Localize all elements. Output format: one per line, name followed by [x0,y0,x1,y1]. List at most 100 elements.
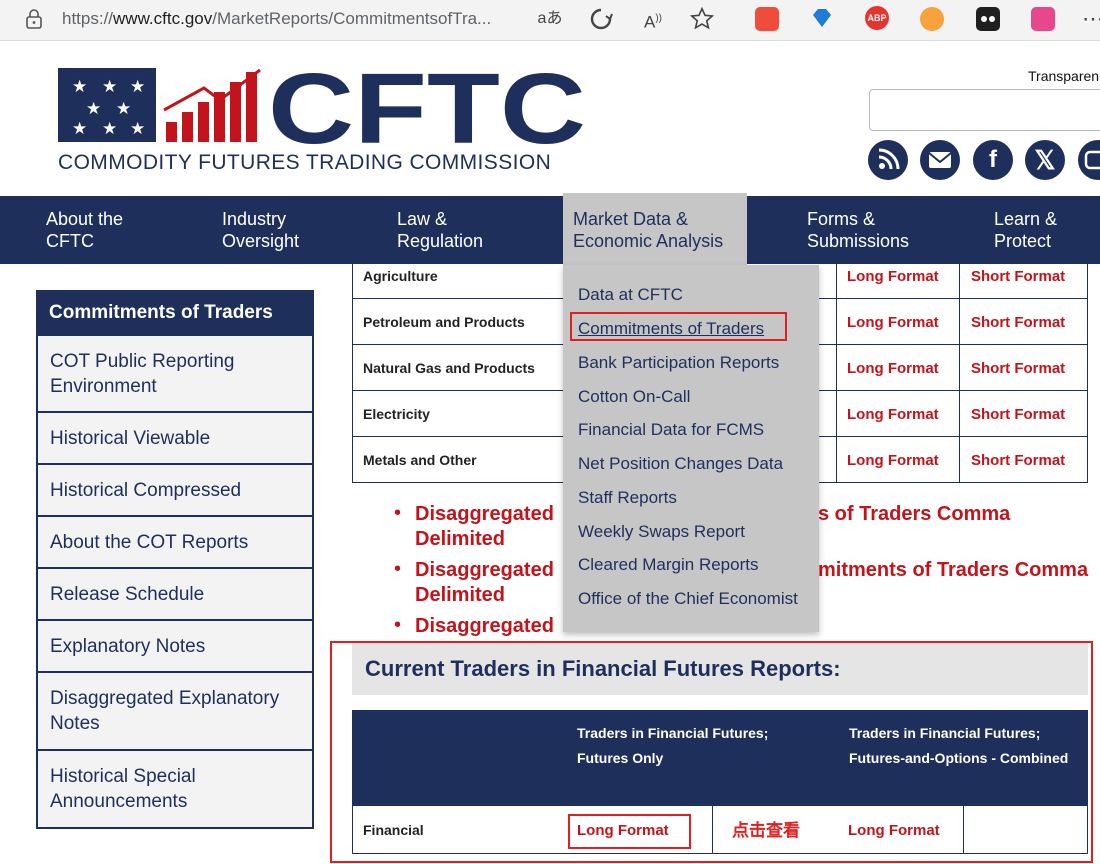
menu-item-bank-participation[interactable]: Bank Participation Reports [578,353,779,373]
sidebar-item-explanatory-notes[interactable]: Explanatory Notes [36,621,314,673]
electricity-long-format-link[interactable]: Long Format [847,406,939,423]
disaggregated-link-3-left[interactable]: Disaggregated [415,614,554,639]
nav-industry-line2: Oversight [222,231,300,251]
refresh-icon[interactable] [589,7,613,31]
disaggregated-link-2-right[interactable]: mitments of Traders Comma [818,558,1088,583]
nav-about[interactable]: About the CFTC [46,208,123,252]
petroleum-long-format-link[interactable]: Long Format [847,314,939,331]
nav-forms-line1: Forms & [807,209,876,229]
row-label-petroleum: Petroleum and Products [363,314,525,330]
electricity-short-format-link[interactable]: Short Format [971,406,1065,423]
table-row [352,806,1088,854]
extension-translate-icon[interactable] [1031,7,1055,31]
x-twitter-icon[interactable]: 𝕏 [1025,140,1065,180]
favorite-star-icon[interactable] [689,6,715,32]
address-bar[interactable]: https://www.cftc.gov/MarketReports/Commi… [62,9,491,29]
sidebar-item-disaggregated-notes[interactable]: Disaggregated Explanatory Notes [36,673,314,751]
disaggregated-link-1-line2[interactable]: Delimited [415,527,505,552]
sidebar: Commitments of Traders COT Public Report… [36,290,314,829]
nav-market-line2: Economic Analysis [573,231,724,251]
youtube-icon[interactable] [1078,140,1100,180]
svg-text:★: ★ [130,77,145,97]
sidebar-item-about-cot[interactable]: About the COT Reports [36,517,314,569]
extension-diamond-icon[interactable] [810,6,834,30]
menu-item-chief-economist[interactable]: Office of the Chief Economist [578,589,798,609]
reader-icon[interactable]: A)) [640,6,666,32]
agriculture-long-format-link[interactable]: Long Format [847,268,939,285]
financial-combined-long-format-link[interactable]: Long Format [848,822,940,839]
natural-gas-long-format-link[interactable]: Long Format [847,360,939,377]
row-label-electricity: Electricity [363,406,430,422]
metals-short-format-link[interactable]: Short Format [971,452,1065,469]
menu-item-cleared-margin[interactable]: Cleared Margin Reports [578,555,758,575]
menu-item-financial-data-fcms[interactable]: Financial Data for FCMS [578,420,764,440]
svg-text:★: ★ [72,77,87,97]
metals-long-format-link[interactable]: Long Format [847,452,939,469]
extension-tampermonkey-icon[interactable] [976,7,1000,31]
nav-law-line1: Law & [397,209,448,229]
read-aloud-icon[interactable]: aあ [537,6,563,32]
url-domain: www.cftc.gov [113,9,213,28]
disaggregated-link-1-right[interactable]: s of Traders Comma [818,502,1010,527]
annotation-click-to-view: 点击查看 [732,821,800,840]
nav-forms-submissions[interactable]: Forms & Submissions [807,208,909,252]
url-prefix: https:// [62,9,114,28]
extension-fox-icon[interactable] [920,7,944,31]
svg-text:★: ★ [86,99,101,119]
svg-text:★: ★ [72,119,87,139]
facebook-icon[interactable]: f [973,140,1013,180]
menu-item-staff-reports[interactable]: Staff Reports [578,488,677,508]
menu-item-cotton-on-call[interactable]: Cotton On-Call [578,387,690,407]
nav-market-line1: Market Data & [573,209,689,229]
adblock-icon[interactable]: ABP [865,6,889,30]
row-label-metals: Metals and Other [363,452,477,468]
bullet-dot: • [394,502,402,524]
nav-industry-line1: Industry [222,209,287,229]
extension-dice-icon[interactable] [755,7,779,31]
row-label-natural-gas: Natural Gas and Products [363,360,535,376]
bullet-dot: • [394,614,402,636]
sidebar-title: Commitments of Traders [36,290,314,336]
email-icon[interactable] [920,140,960,180]
natural-gas-short-format-link[interactable]: Short Format [971,360,1065,377]
petroleum-short-format-link[interactable]: Short Format [971,314,1065,331]
sidebar-item-release-schedule[interactable]: Release Schedule [36,569,314,621]
nav-law-line2: Regulation [397,231,484,251]
disaggregated-link-1-left[interactable]: Disaggregated [415,502,554,527]
nav-market-data[interactable]: Market Data & Economic Analysis [573,208,723,252]
sidebar-item-historical-special[interactable]: Historical Special Announcements [36,751,314,829]
header-futures-only: Traders in Financial Futures; Futures On… [577,725,769,766]
disaggregated-link-2-line2[interactable]: Delimited [415,583,505,608]
nav-industry-oversight[interactable]: Industry Oversight [222,208,299,252]
agriculture-short-format-link[interactable]: Short Format [971,268,1065,285]
url-path: /MarketReports/CommitmentsofTra... [212,9,492,28]
logo-wordmark: CFTC [268,64,586,148]
more-menu-icon[interactable]: ⋯ [1080,6,1100,32]
menu-item-weekly-swaps[interactable]: Weekly Swaps Report [578,522,745,542]
nav-about-line2: CFTC [46,231,94,251]
column-divider [963,806,964,854]
nav-forms-line2: Submissions [807,231,910,251]
highlight-box-commitments [570,312,787,341]
nav-learn-line1: Learn & [994,209,1058,229]
highlight-box-long-format [568,814,691,849]
sidebar-item-historical-viewable[interactable]: Historical Viewable [36,413,314,465]
nav-learn-protect[interactable]: Learn & Protect [994,208,1057,252]
nav-about-line1: About the [46,209,124,229]
sidebar-item-cot-public-reporting[interactable]: COT Public Reporting Environment [36,336,314,413]
search-input[interactable] [869,89,1100,131]
rss-icon[interactable] [868,140,908,180]
bullet-dot: • [394,558,402,580]
menu-item-data-at-cftc[interactable]: Data at CFTC [578,285,683,305]
row-label-financial: Financial [363,822,424,838]
sidebar-item-historical-compressed[interactable]: Historical Compressed [36,465,314,517]
main-nav [0,196,1100,264]
nav-law-regulation[interactable]: Law & Regulation [397,208,483,252]
menu-item-net-position-changes[interactable]: Net Position Changes Data [578,454,783,474]
cftc-logo[interactable]: ★ ★ ★ ★ ★ ★ ★ ★ CFTC [56,64,591,148]
lock-icon[interactable] [24,7,44,31]
disaggregated-link-2-left[interactable]: Disaggregated [415,558,554,583]
svg-text:★: ★ [116,99,131,119]
transparency-link[interactable]: Transparen [1028,68,1099,84]
financial-section-title: Current Traders in Financial Futures Rep… [365,656,841,681]
